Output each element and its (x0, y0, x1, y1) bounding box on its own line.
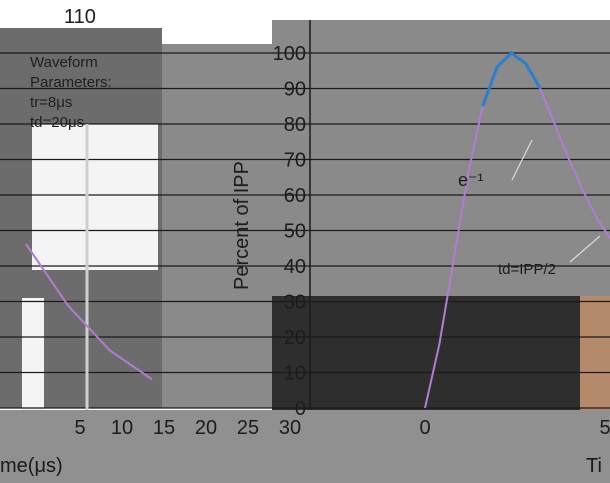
right-y-tick-label: 80 (284, 114, 306, 136)
right-y-tick-label: 60 (284, 185, 306, 207)
waveform-chart-svg: 1009080706050403020100Percent of IPP e⁻¹t… (0, 20, 610, 439)
annotation-td-leader (569, 235, 601, 263)
right-y-tick-label: 50 (284, 221, 306, 243)
right-y-tick-label: 10 (284, 363, 306, 385)
left-waveform-curve (25, 243, 153, 381)
right-x-tick-label: 5 (599, 417, 610, 439)
right-y-tick-label: 40 (284, 256, 306, 278)
right-y-tick-label: 90 (284, 79, 306, 101)
chart-composite: Waveform Parameters: tr=8μs td=20μs 110 … (0, 0, 610, 483)
right-waveform-peak (481, 51, 542, 107)
annotation-td: td=IPP/2 (498, 261, 556, 278)
left-x-tick-label: 5 (74, 417, 85, 439)
left-x-tick-label: 30 (279, 417, 301, 439)
right-x-tick-label: 0 (419, 417, 430, 439)
right-y-axis-caption: Percent of IPP (231, 161, 253, 290)
right-y-tick-label: 100 (273, 43, 306, 65)
right-y-tick-label: 70 (284, 150, 306, 172)
right-y-tick-label: 30 (284, 292, 306, 314)
left-x-tick-label: 15 (153, 417, 175, 439)
left-x-tick-label: 20 (195, 417, 217, 439)
left-x-tick-label: 10 (111, 417, 133, 439)
left-x-tick-label: 25 (237, 417, 259, 439)
annotation-e-inverse: e⁻¹ (458, 170, 484, 190)
right-y-tick-label: 20 (284, 327, 306, 349)
